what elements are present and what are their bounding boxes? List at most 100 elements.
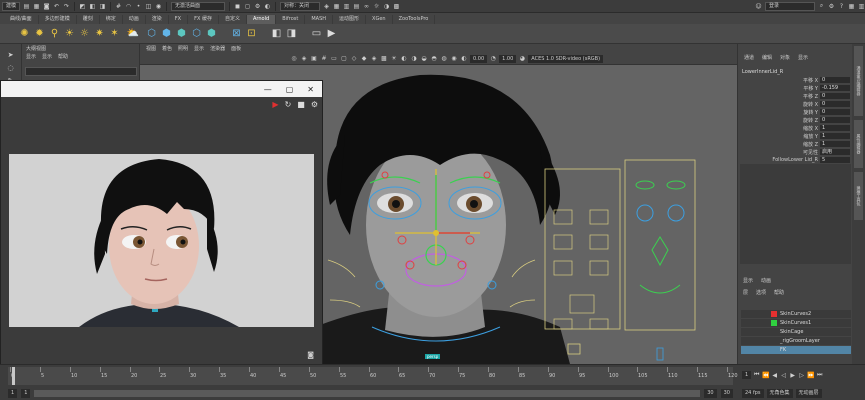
undo-icon[interactable]: ↶ [53,2,60,11]
shelf-tab[interactable]: 渲染 [146,15,169,24]
light-icon[interactable]: ☼ [373,2,380,11]
wireframe-icon[interactable]: ◇ [350,55,358,63]
attr-value[interactable]: 0 [820,77,850,83]
help-icon[interactable]: ? [838,2,845,11]
outliner-search-input[interactable] [25,67,137,76]
link-icon[interactable]: ∞ [363,2,370,11]
sidebar-toggle-icon[interactable]: ▦ [848,2,855,11]
live-surface-field[interactable]: 无激活曲面 [171,1,226,11]
color-management-icon[interactable]: ◕ [518,55,526,63]
procedural-icon[interactable]: ⬢ [205,27,218,40]
timeline-ruler[interactable]: 0510152025303540455055606570758085909510… [8,367,738,385]
snap-surface-icon[interactable]: ◉ [155,2,162,11]
outliner-menu-show[interactable]: 显示 [42,53,52,60]
color-space-dropdown[interactable]: ACES 1.0 SDR-video (sRGB) [528,54,604,63]
viewport-menu-shading[interactable]: 着色 [162,45,172,52]
wire-on-shaded-icon[interactable]: ◈ [370,55,378,63]
redo-icon[interactable]: ↷ [63,2,70,11]
snapshot-icon[interactable]: ◙ [307,351,314,359]
render-view-icon[interactable]: ⬡ [145,27,158,40]
attr-value[interactable]: 1 [820,141,850,147]
lasso-tool-icon[interactable]: ◌ [6,63,15,72]
panel-toggle-icon[interactable]: ▥ [858,2,865,11]
go-to-start-icon[interactable]: ⏮ [753,371,760,380]
isolate-icon[interactable]: ◓ [430,55,438,63]
attr-value[interactable]: 1 [820,125,850,131]
attr-value[interactable]: 启用 [820,149,850,155]
login-dropdown[interactable]: 登录 [765,1,815,11]
shelf-tab[interactable]: ZooToolsPro [393,15,436,24]
attr-row[interactable]: 旋转 Z0 [738,117,851,124]
stop-icon[interactable]: ■ [297,100,305,109]
layer-color-swatch[interactable] [771,347,777,353]
shelf-tab[interactable]: Bifrost [276,15,306,24]
character-set-dropdown[interactable]: 无角色集 [766,388,793,398]
layer-color-swatch[interactable] [771,338,777,344]
menu-set-dropdown[interactable]: 建模 [2,1,21,11]
grid-icon[interactable]: ▦ [333,2,340,11]
ipr-icon[interactable]: ◻ [244,2,251,11]
viewport-menu-show[interactable]: 显示 [194,45,204,52]
layer-row[interactable]: SkinCage [741,328,851,336]
shelf-tab[interactable]: 曲线/曲面 [4,15,39,24]
settings-icon[interactable]: ⚙ [828,2,835,11]
shelf-tab[interactable]: FX [169,15,189,24]
select-object-icon[interactable]: ◧ [89,2,96,11]
standin-icon[interactable]: ⬢ [160,27,173,40]
layer-row[interactable]: SkinCurves1 [741,319,851,327]
panel-icon[interactable]: ▤ [353,2,360,11]
shelf-tab[interactable]: 运动图形 [333,15,367,24]
layer-color-swatch[interactable] [771,320,777,326]
shelf-tab-arnold[interactable]: Arnold [247,15,277,24]
go-to-end-icon[interactable]: ⏭ [816,371,823,380]
tab-display-layers[interactable]: 显示 [743,277,753,284]
smooth-shade-icon[interactable]: ◆ [360,55,368,63]
shelf-tab[interactable]: 自定义 [219,15,247,24]
hypershade-icon[interactable]: ◐ [264,2,271,11]
minimize-icon[interactable]: — [264,85,272,94]
attr-value[interactable]: 0 [820,109,850,115]
mesh-light-icon[interactable]: ✷ [93,27,106,40]
shelf-tab[interactable]: 雕刻 [77,15,100,24]
shelf-tab[interactable]: FX 缓存 [188,15,219,24]
xray-joints-icon[interactable]: ◉ [450,55,458,63]
channel-box-menu-object[interactable]: 对象 [780,54,790,61]
step-back-icon[interactable]: ◀ [771,371,778,380]
folder-icon[interactable]: ▤ [23,2,30,11]
attr-row[interactable]: 平移 Y -0.159 [738,85,851,92]
motion-blur-icon[interactable]: ◒ [420,55,428,63]
channel-box-menu-show[interactable]: 显示 [798,54,808,61]
attr-row[interactable]: 旋转 X0 [738,101,851,108]
viewport-menu-renderer[interactable]: 渲染器 [210,45,225,52]
snap-curve-icon[interactable]: ◠ [125,2,132,11]
viewport-menu-view[interactable]: 视图 [146,45,156,52]
layer-menu-help[interactable]: 帮助 [774,289,784,296]
flush-cache-icon[interactable]: ◨ [285,27,298,40]
render-settings-icon[interactable]: ⚙ [311,100,318,109]
material-icon[interactable]: ⊡ [245,27,258,40]
close-icon[interactable]: ✕ [307,85,314,94]
grid-icon[interactable]: # [320,55,328,63]
photometric-light-icon[interactable]: ☼ [78,27,91,40]
current-frame-field[interactable]: 1 [742,371,752,379]
physical-sky-icon[interactable]: ⛅ [123,27,143,40]
range-start-field[interactable]: 1 [8,388,18,398]
layer-color-swatch[interactable] [771,329,777,335]
play-back-icon[interactable]: ◁ [780,371,787,380]
search-icon[interactable]: ⌕ [818,2,825,11]
range-bar[interactable] [34,389,701,397]
symmetry-dropdown[interactable]: 对称：关闭 [280,1,321,11]
render-icon[interactable]: ◼ [234,2,241,11]
playback-start-field[interactable]: 1 [21,388,31,398]
attr-value[interactable]: 0 [820,101,850,107]
layer-menu-layers[interactable]: 层 [743,289,748,296]
shadows-icon[interactable]: ◐ [400,55,408,63]
point-light-icon[interactable]: ☀ [63,27,76,40]
fps-dropdown[interactable]: 24 fps [742,388,764,398]
user-icon[interactable]: ☺ [755,2,762,11]
attr-value[interactable]: -0.159 [820,85,850,91]
attr-value[interactable]: 0 [820,117,850,123]
open-icon[interactable]: ▦ [33,2,40,11]
refresh-icon[interactable]: ↻ [285,100,292,109]
export-icon[interactable]: ◧ [270,27,283,40]
